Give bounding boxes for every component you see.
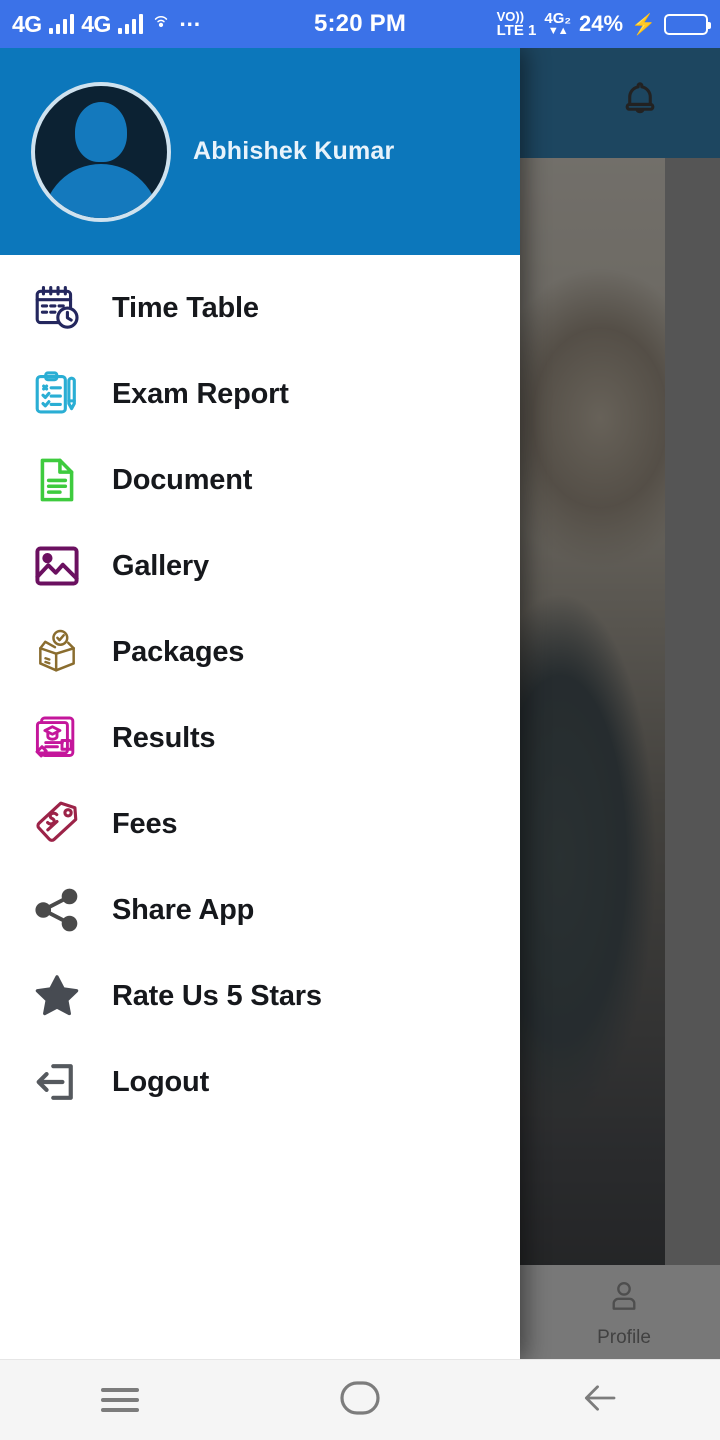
phone-screen: Profile Abhishek Kumar xyxy=(0,0,720,1440)
open-box-check-icon xyxy=(30,625,84,679)
price-tag-dollar-icon xyxy=(30,797,84,851)
data-arrows-label: ▼▲ xyxy=(547,25,569,37)
home-circle-icon xyxy=(335,1378,385,1423)
status-bar-right: VO)) LTE 1 4G₂ ▼▲ 24% ⚡ xyxy=(497,10,720,38)
menu-label-results: Results xyxy=(112,721,216,754)
share-nodes-icon xyxy=(30,883,84,937)
menu-item-logout[interactable]: Logout xyxy=(0,1039,520,1125)
drawer-header[interactable]: Abhishek Kumar xyxy=(0,48,520,255)
menu-item-rate-us[interactable]: Rate Us 5 Stars xyxy=(0,953,520,1039)
menu-item-fees[interactable]: Fees xyxy=(0,781,520,867)
menu-label-time-table: Time Table xyxy=(112,291,259,324)
volte-bottom-label: LTE 1 xyxy=(496,22,537,39)
menu-item-gallery[interactable]: Gallery xyxy=(0,523,520,609)
battery-icon xyxy=(664,13,711,35)
navigation-drawer: Abhishek Kumar Time Table Exam Report Do… xyxy=(0,48,520,1360)
menu-label-packages: Packages xyxy=(112,635,245,668)
menu-item-time-table[interactable]: Time Table xyxy=(0,265,520,351)
profile-name: Abhishek Kumar xyxy=(193,137,395,165)
home-button[interactable] xyxy=(240,1360,480,1440)
menu-label-fees: Fees xyxy=(112,807,178,840)
menu-label-gallery: Gallery xyxy=(112,549,209,582)
menu-label-exam-report: Exam Report xyxy=(112,377,289,410)
status-bar: 4G 4G ··· 5:20 PM VO)) LTE 1 4G₂ ▼▲ 24% … xyxy=(0,0,720,48)
logout-arrow-icon xyxy=(30,1055,84,1109)
drawer-menu-list: Time Table Exam Report Document Gallery … xyxy=(0,255,520,1360)
document-lines-icon xyxy=(30,453,84,507)
recents-button[interactable] xyxy=(0,1360,240,1440)
menu-item-share-app[interactable]: Share App xyxy=(0,867,520,953)
menu-label-document: Document xyxy=(112,463,253,496)
android-navigation-bar xyxy=(0,1359,720,1440)
menu-item-exam-report[interactable]: Exam Report xyxy=(0,351,520,437)
back-button[interactable] xyxy=(480,1360,720,1440)
image-photo-icon xyxy=(30,539,84,593)
data-network-label: 4G₂ xyxy=(544,10,572,27)
battery-percent-label: 24% xyxy=(579,11,624,36)
menu-item-document[interactable]: Document xyxy=(0,437,520,523)
back-arrow-icon xyxy=(577,1377,623,1424)
menu-label-logout: Logout xyxy=(112,1065,210,1098)
menu-label-rate-us: Rate Us 5 Stars xyxy=(112,979,322,1012)
avatar-body-shape xyxy=(43,163,159,218)
calendar-clock-icon xyxy=(30,281,84,335)
volte-indicator-icon: VO)) LTE 1 xyxy=(497,10,537,38)
mobile-data-indicator-icon: 4G₂ ▼▲ xyxy=(544,11,571,37)
avatar-head-shape xyxy=(75,101,127,162)
menu-item-packages[interactable]: Packages xyxy=(0,609,520,695)
graduation-certificate-icon xyxy=(30,711,84,765)
menu-label-share-app: Share App xyxy=(112,893,255,926)
hamburger-menu-icon xyxy=(101,1382,139,1418)
clipboard-pen-icon xyxy=(30,367,84,421)
menu-item-results[interactable]: Results xyxy=(0,695,520,781)
star-filled-icon xyxy=(30,969,84,1023)
charging-bolt-icon: ⚡ xyxy=(631,13,656,36)
avatar[interactable] xyxy=(31,81,171,222)
